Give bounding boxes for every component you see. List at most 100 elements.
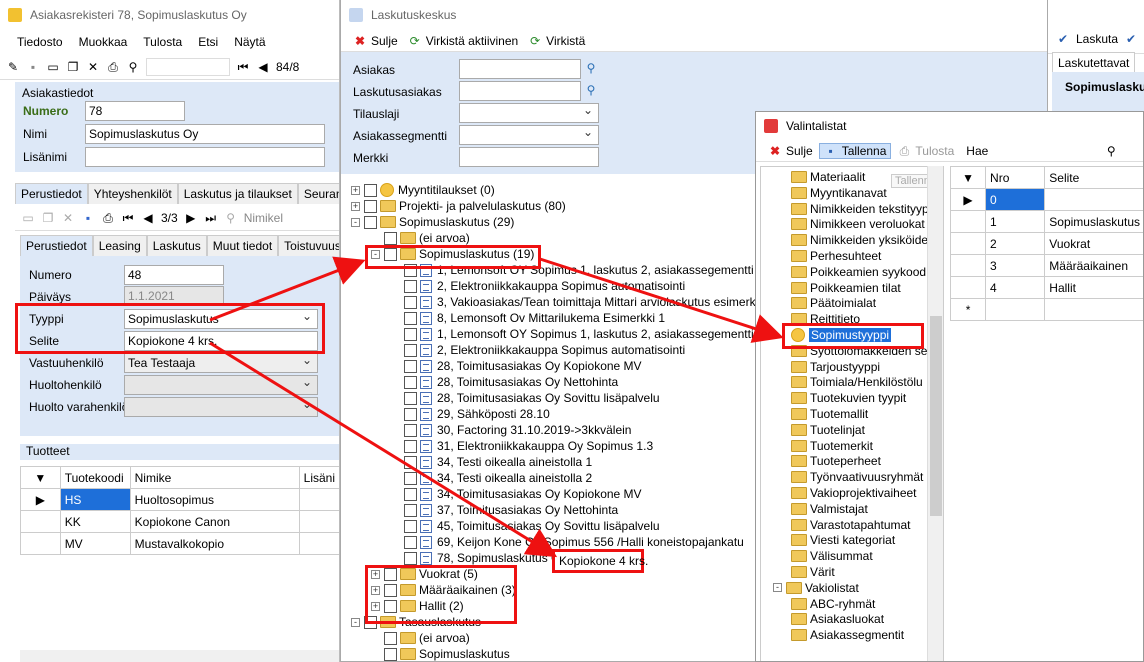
subtab-perustiedot[interactable]: Perustiedot [20, 235, 93, 256]
tree-node[interactable]: 1, Lemonsoft OY Sopimus 1, laskutus 2, a… [391, 262, 764, 278]
tree-node[interactable]: Poikkeamien syykood [791, 264, 926, 280]
tree-checkbox[interactable] [384, 231, 397, 245]
menu-tulosta[interactable]: Tulosta [135, 35, 190, 49]
product-extra[interactable] [298, 532, 339, 555]
tree-node[interactable]: + Projekti- ja palvelulaskutus (80) [351, 198, 566, 214]
expand-icon[interactable]: + [371, 585, 380, 595]
tree-node[interactable]: - Vakiolistat [773, 580, 859, 596]
search-button[interactable]: Hae [966, 144, 988, 158]
delete-icon[interactable]: ✕ [61, 211, 75, 225]
subtab-laskutus[interactable]: Laskutus [146, 235, 207, 256]
collapse-icon[interactable]: - [351, 217, 360, 227]
nro-cell[interactable]: 3 [985, 254, 1046, 277]
tree-checkbox[interactable] [404, 439, 417, 453]
tree-checkbox[interactable] [404, 535, 417, 549]
product-name[interactable]: Mustavalkokopio [129, 532, 300, 555]
tree-checkbox[interactable] [384, 631, 397, 645]
collapse-icon[interactable]: - [371, 249, 380, 259]
column-tuotekoodi[interactable]: Tuotekoodi [59, 466, 131, 489]
tree-node[interactable]: Valmistajat [791, 501, 868, 517]
menu-tiedosto[interactable]: Tiedosto [9, 35, 71, 49]
product-extra[interactable] [298, 488, 339, 511]
huolto-varahenkilo-select[interactable] [124, 397, 318, 417]
column-lisanimi[interactable]: Lisäni [298, 466, 339, 489]
tree-node[interactable]: 30, Factoring 31.10.2019->3kkvälein [391, 422, 631, 438]
tree-node[interactable]: + Määräaikainen (3) [371, 582, 516, 598]
new-icon[interactable]: ▭ [21, 211, 35, 225]
tyyppi-select[interactable]: Sopimuslaskutus [124, 309, 318, 329]
tree-node[interactable]: Toimiala/Henkilöstölu [791, 374, 923, 390]
nimi-field[interactable]: Sopimuslaskutus Oy [85, 124, 325, 144]
table-row[interactable]: KK Kopiokone Canon [20, 510, 339, 533]
tree-node[interactable]: Työnvaativuusryhmät [791, 469, 923, 485]
tree-checkbox[interactable] [404, 487, 417, 501]
tree-checkbox[interactable] [404, 311, 417, 325]
product-name[interactable]: Huoltosopimus [129, 488, 300, 511]
tree-node[interactable]: - Sopimuslaskutus (19) [371, 246, 534, 262]
tree-node[interactable]: 34, Testi oikealla aineistolla 1 [391, 454, 592, 470]
tree-node[interactable]: 8, Lemonsoft Ov Mittarilukema Esimerkki … [391, 310, 665, 326]
selite-cell[interactable]: Sopimuslaskutus [1044, 210, 1143, 233]
tree-node[interactable]: Nimikkeiden yksiköide [791, 232, 928, 248]
tree-checkbox[interactable] [384, 583, 397, 597]
tree-node[interactable]: 2, Elektroniikkakauppa Sopimus automatis… [391, 342, 685, 358]
grid-sort-cell[interactable]: ▼ [20, 466, 61, 489]
selite-cell[interactable] [1044, 298, 1143, 321]
table-row[interactable]: 1 Sopimuslaskutus [949, 210, 1143, 233]
tree-node[interactable]: Tuotelinjat [791, 422, 865, 438]
nro-cell[interactable]: 1 [985, 210, 1046, 233]
tree-node[interactable]: 28, Toimitusasiakas Oy Nettohinta [391, 374, 618, 390]
prev-record-icon[interactable]: ◀ [141, 211, 155, 225]
subtab-muut-tiedot[interactable]: Muut tiedot [206, 235, 279, 256]
subtab-toistuvuus[interactable]: Toistuvuus [278, 235, 339, 256]
close-button[interactable]: ✖ Sulje [353, 34, 398, 48]
tree-node[interactable]: Tuotekuvien tyypit [791, 390, 906, 406]
tree-checkbox[interactable] [384, 599, 397, 613]
expand-icon[interactable]: + [371, 569, 380, 579]
tree-node[interactable]: Vakioprojektivaiheet [791, 485, 917, 501]
tree-node[interactable]: Välisummat [791, 548, 873, 564]
tree-node[interactable]: 34, Toimitusasiakas Oy Kopiokone MV [391, 486, 642, 502]
tree-checkbox[interactable] [404, 343, 417, 357]
nro-cell[interactable]: 2 [985, 232, 1046, 255]
tree-node[interactable]: 34, Testi oikealla aineistolla 2 [391, 470, 592, 486]
tree-node[interactable]: Sopimustyyppi [791, 327, 892, 343]
tree-checkbox[interactable] [364, 215, 377, 229]
tree-node[interactable]: Nimikkeen veroluokat [791, 216, 925, 232]
tree-checkbox[interactable] [384, 247, 397, 261]
next-record-icon[interactable]: ▶ [184, 211, 198, 225]
tree-node[interactable]: Perhesuhteet [791, 248, 881, 264]
menu-etsi[interactable]: Etsi [190, 35, 226, 49]
tree-node[interactable]: Poikkeamien tilat [791, 280, 901, 296]
tree-node[interactable]: - Tasauslaskutus [351, 614, 481, 630]
print-button[interactable]: ⎙ Tulosta [897, 144, 955, 158]
vastuuhenkilo-select[interactable]: Tea Testaaja [124, 353, 318, 373]
tree-checkbox[interactable] [404, 359, 417, 373]
tree-node[interactable]: Päätoimialat [791, 295, 876, 311]
scroll-thumb[interactable] [930, 316, 942, 516]
tree-node[interactable]: 1, Lemonsoft OY Sopimus 1, laskutus 2, a… [391, 326, 764, 342]
column-selite[interactable]: Selite [1044, 166, 1143, 189]
selite-cell[interactable]: Määräaikainen [1044, 254, 1143, 277]
delete-icon[interactable]: ✕ [86, 60, 100, 74]
tree-scrollbar[interactable] [927, 166, 943, 661]
collapse-icon[interactable]: - [773, 583, 782, 593]
form-numero-field[interactable]: 48 [124, 265, 224, 285]
last-record-icon[interactable]: ⏭ [204, 211, 218, 225]
first-record-icon[interactable]: ⏮ [121, 211, 135, 225]
selite-cell[interactable]: Vuokrat [1044, 232, 1143, 255]
tree-checkbox[interactable] [404, 471, 417, 485]
table-row[interactable]: 2 Vuokrat [949, 232, 1143, 255]
tree-node[interactable]: (ei arvoa) [371, 630, 470, 646]
numero-field[interactable]: 78 [85, 101, 185, 121]
tree-checkbox[interactable] [384, 647, 397, 661]
copy-icon[interactable]: ❐ [66, 60, 80, 74]
tree-node[interactable]: 28, Toimitusasiakas Oy Kopiokone MV [391, 358, 642, 374]
tree-node[interactable]: (ei arvoa) [371, 230, 470, 246]
close-button[interactable]: ✖ Sulje [768, 144, 813, 158]
search-box[interactable] [146, 57, 230, 76]
table-row[interactable]: ▶ HS Huoltosopimus [20, 488, 339, 511]
print-icon[interactable]: ⎙ [101, 211, 115, 225]
tree-node[interactable]: 3, Vakioasiakas/Tean toimittaja Mittari … [391, 294, 764, 310]
selite-cell[interactable] [1044, 188, 1143, 211]
